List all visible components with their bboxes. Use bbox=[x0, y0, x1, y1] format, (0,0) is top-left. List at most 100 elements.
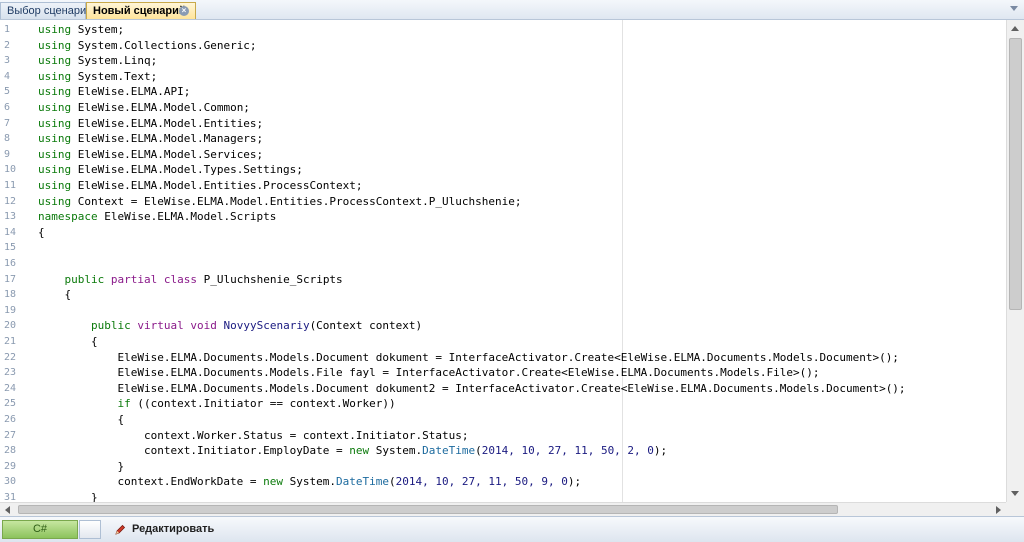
line-number: 17 bbox=[4, 273, 17, 285]
code-token: System; bbox=[71, 23, 125, 36]
language-csharp-button[interactable]: C# bbox=[2, 520, 78, 539]
tab-bar: Выбор сценария Новый сценарий × bbox=[0, 0, 1024, 20]
line-number: 22 bbox=[4, 351, 17, 363]
code-line: { bbox=[38, 287, 71, 303]
code-token: EleWise.ELMA.Model.Entities; bbox=[71, 116, 264, 130]
code-line: { bbox=[38, 225, 45, 241]
code-token: using bbox=[38, 54, 72, 68]
code-token: context.Worker.Status = context.Initiato… bbox=[38, 428, 469, 442]
code-token: { bbox=[38, 335, 98, 348]
code-token: { bbox=[38, 288, 72, 302]
line-number: 25 bbox=[4, 398, 17, 410]
line-number: 3 bbox=[4, 55, 11, 67]
code-token: Context = EleWise.ELMA.Model.Entities.Pr… bbox=[71, 194, 522, 208]
code-token: EleWise.ELMA.API; bbox=[71, 85, 191, 99]
code-token: EleWise.ELMA.Model.Types.Settings; bbox=[71, 163, 303, 177]
code-line: context.Initiator.EmployDate = new Syste… bbox=[38, 443, 667, 459]
code-token: using bbox=[38, 69, 72, 83]
code-line: EleWise.ELMA.Documents.Models.Document d… bbox=[38, 350, 899, 366]
code-line: namespace EleWise.ELMA.Model.Scripts bbox=[38, 209, 276, 225]
bottom-toolbar: C# Редактировать bbox=[0, 516, 1024, 542]
secondary-mode-button[interactable] bbox=[79, 520, 101, 539]
line-number: 26 bbox=[4, 414, 17, 425]
vertical-scroll-thumb[interactable] bbox=[1009, 38, 1022, 310]
code-token: EleWise.ELMA.Documents.Models.File fayl … bbox=[38, 366, 820, 380]
code-token: using bbox=[38, 179, 72, 192]
line-number: 21 bbox=[4, 336, 17, 347]
code-token: EleWise.ELMA.Model.Services; bbox=[71, 147, 264, 161]
line-number: 2 bbox=[4, 39, 11, 51]
line-number: 9 bbox=[4, 148, 11, 160]
scroll-down-icon[interactable] bbox=[1011, 491, 1019, 496]
code-editor[interactable]: 1 2 3 4 5 6 7 8 9 10 11 12 13 14 15 16 17 18 19 20 21 22 23 24 2… bbox=[0, 20, 1006, 502]
code-token: ); bbox=[653, 444, 668, 458]
line-number: 27 bbox=[4, 429, 17, 441]
code-line: using System.Text; bbox=[38, 69, 157, 85]
line-number: 11 bbox=[4, 180, 17, 191]
code-line: using System.Linq; bbox=[38, 53, 157, 69]
code-token: ( bbox=[475, 444, 482, 458]
code-line: public virtual void NovyyScenariy(Contex… bbox=[38, 318, 422, 334]
code-token: ((context.Initiator == context.Worker)) bbox=[130, 397, 396, 411]
line-number: 15 bbox=[4, 242, 17, 254]
tab-list-dropdown-icon[interactable] bbox=[1010, 6, 1018, 11]
code-token: (Context context) bbox=[309, 319, 423, 333]
code-token: using bbox=[38, 132, 72, 146]
code-token: } bbox=[38, 459, 125, 473]
vertical-scrollbar[interactable] bbox=[1006, 20, 1024, 502]
code-line: context.EndWorkDate = new System.DateTim… bbox=[38, 474, 581, 490]
code-line: { bbox=[38, 334, 98, 350]
close-icon[interactable]: × bbox=[179, 6, 189, 16]
code-token: using bbox=[38, 147, 72, 161]
language-label: C# bbox=[32, 523, 48, 535]
code-token: ( bbox=[389, 475, 396, 489]
code-token: void bbox=[190, 319, 217, 333]
line-number-gutter: 1 2 3 4 5 6 7 8 9 10 11 12 13 14 15 16 17 18 19 20 21 22 23 24 2… bbox=[0, 20, 30, 502]
scroll-up-icon[interactable] bbox=[1011, 26, 1019, 31]
code-line: { bbox=[38, 412, 124, 428]
horizontal-scrollbar[interactable] bbox=[0, 502, 1006, 516]
code-token: { bbox=[38, 413, 125, 426]
code-line: using EleWise.ELMA.Model.Managers; bbox=[38, 131, 263, 147]
code-line: EleWise.ELMA.Documents.Models.Document d… bbox=[38, 381, 906, 397]
code-token: EleWise.ELMA.Documents.Models.Document d… bbox=[38, 350, 899, 364]
tab-label: Новый сценарий bbox=[93, 5, 186, 17]
code-token: EleWise.ELMA.Documents.Models.Document d… bbox=[38, 381, 906, 395]
code-line: using EleWise.ELMA.Model.Entities.Proces… bbox=[38, 178, 363, 194]
line-number: 23 bbox=[4, 367, 17, 379]
pencil-icon bbox=[115, 524, 126, 535]
line-number: 5 bbox=[4, 86, 11, 98]
line-number: 31 bbox=[4, 492, 17, 502]
code-token: if bbox=[117, 397, 131, 411]
code-token: namespace bbox=[38, 210, 98, 224]
column-guide bbox=[622, 20, 623, 502]
code-line: using System; bbox=[38, 22, 124, 38]
code-line: using EleWise.ELMA.Model.Common; bbox=[38, 100, 250, 116]
code-token: public bbox=[90, 319, 131, 333]
tab-label: Выбор сценария bbox=[7, 5, 93, 17]
code-token: partial bbox=[110, 272, 158, 286]
code-token: using bbox=[38, 116, 72, 130]
code-token: System.Text; bbox=[71, 69, 158, 83]
horizontal-scroll-thumb[interactable] bbox=[18, 505, 838, 514]
code-token: } bbox=[38, 491, 98, 502]
code-line: } bbox=[38, 490, 98, 502]
edit-button[interactable]: Редактировать bbox=[112, 520, 214, 539]
line-number: 29 bbox=[4, 460, 17, 472]
code-token: using bbox=[38, 101, 72, 114]
tab-select-scenario[interactable]: Выбор сценария bbox=[0, 2, 92, 19]
code-token: context.EndWorkDate = bbox=[38, 475, 264, 489]
tab-new-scenario[interactable]: Новый сценарий × bbox=[86, 2, 196, 19]
code-token: EleWise.ELMA.Model.Common; bbox=[71, 101, 250, 114]
code-token: new bbox=[263, 475, 284, 489]
line-number: 1 bbox=[4, 24, 11, 35]
code-token: EleWise.ELMA.Model.Managers; bbox=[71, 132, 264, 146]
line-number: 6 bbox=[4, 102, 11, 113]
scroll-left-icon[interactable] bbox=[5, 506, 10, 514]
code-token: System. bbox=[283, 475, 337, 489]
code-line: public partial class P_Uluchshenie_Scrip… bbox=[38, 272, 343, 288]
scroll-right-icon[interactable] bbox=[996, 506, 1001, 514]
